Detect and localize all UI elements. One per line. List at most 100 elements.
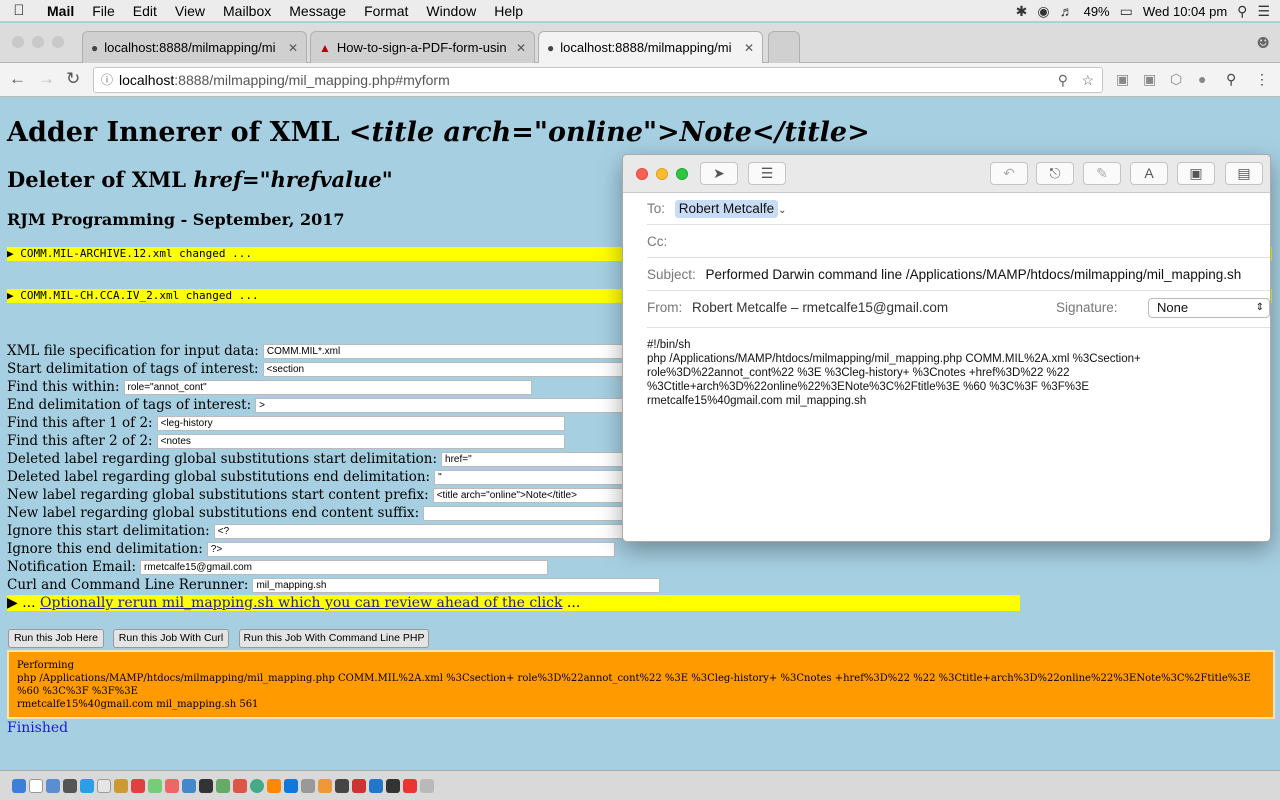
star-icon[interactable]: ☆ bbox=[1081, 68, 1094, 92]
profile-icon[interactable]: ☻ bbox=[1257, 34, 1270, 52]
browser-tab-1[interactable]: ● localhost:8888/milmapping/mi ✕ bbox=[82, 31, 307, 63]
wifi-icon[interactable]: ◉ bbox=[1037, 3, 1049, 20]
app-icon[interactable] bbox=[284, 778, 298, 793]
browser-tab-2[interactable]: ▲ How-to-sign-a-PDF-form-usin ✕ bbox=[310, 31, 535, 63]
to-row[interactable]: To: Robert Metcalfe ⌄ bbox=[647, 192, 1270, 225]
browser-tab-3[interactable]: ● localhost:8888/milmapping/mi ✕ bbox=[538, 31, 763, 63]
ignore-end-input[interactable] bbox=[206, 542, 615, 557]
address-bar[interactable]: ⓘ localhost:8888/milmapping/mil_mapping.… bbox=[93, 67, 1103, 93]
document-icon[interactable] bbox=[29, 778, 43, 793]
volume-icon[interactable]: ♬ bbox=[1060, 3, 1074, 19]
template-icon[interactable]: ▤ bbox=[1225, 162, 1263, 185]
new-tab-button[interactable] bbox=[768, 31, 800, 63]
terminal-icon[interactable] bbox=[199, 778, 213, 793]
chevron-down-icon[interactable]: ⌄ bbox=[778, 205, 786, 216]
info-icon[interactable]: ⓘ bbox=[101, 68, 113, 92]
calendar-icon[interactable] bbox=[131, 778, 145, 793]
start-delimitation-input[interactable] bbox=[262, 362, 663, 377]
app-icon[interactable] bbox=[216, 778, 230, 793]
cc-row[interactable]: Cc: bbox=[647, 225, 1270, 258]
menu-message[interactable]: Message bbox=[280, 3, 355, 19]
app-icon[interactable] bbox=[165, 778, 179, 793]
menu-mailbox[interactable]: Mailbox bbox=[214, 3, 280, 19]
battery-percent[interactable]: 49% bbox=[1084, 4, 1110, 19]
header-fields-icon[interactable]: ☰ bbox=[748, 162, 786, 185]
rerun-summary[interactable]: ▶ ... Optionally rerun mil_mapping.sh wh… bbox=[7, 595, 1020, 611]
run-here-button[interactable]: Run this Job Here bbox=[8, 629, 104, 648]
ignore-start-input[interactable] bbox=[213, 524, 626, 539]
reload-icon[interactable]: ↻ bbox=[66, 69, 80, 89]
safari-icon[interactable] bbox=[80, 778, 94, 793]
window-close-button[interactable] bbox=[12, 36, 24, 48]
end-delimitation-input[interactable] bbox=[255, 398, 656, 413]
subject-row[interactable]: Subject: Performed Darwin command line /… bbox=[647, 258, 1270, 291]
menu-format[interactable]: Format bbox=[355, 3, 417, 19]
subject-value[interactable]: Performed Darwin command line /Applicati… bbox=[706, 267, 1242, 282]
apple-icon[interactable]:  bbox=[0, 2, 38, 19]
mail-zoom-button[interactable] bbox=[676, 168, 688, 180]
close-icon[interactable]: ✕ bbox=[516, 41, 526, 55]
menu-view[interactable]: View bbox=[166, 3, 214, 19]
bluetooth-icon[interactable]: ✱ bbox=[1016, 3, 1028, 20]
app-icon[interactable] bbox=[46, 778, 60, 793]
menu-window[interactable]: Window bbox=[417, 3, 485, 19]
font-icon[interactable]: A bbox=[1130, 162, 1168, 185]
find-after-1-input[interactable] bbox=[156, 416, 565, 431]
app-icon[interactable] bbox=[301, 778, 315, 793]
trash-icon[interactable] bbox=[420, 778, 434, 793]
find-after-2-input[interactable] bbox=[156, 434, 565, 449]
find-within-input[interactable] bbox=[123, 380, 532, 395]
app-icon[interactable] bbox=[335, 778, 349, 793]
menu-help[interactable]: Help bbox=[485, 3, 532, 19]
vlc-icon[interactable] bbox=[318, 778, 332, 793]
menu-file[interactable]: File bbox=[83, 3, 124, 19]
send-icon[interactable]: ➤ bbox=[700, 162, 738, 185]
mail-body[interactable]: #!/bin/sh php /Applications/MAMP/htdocs/… bbox=[647, 338, 1247, 408]
firefox-icon[interactable] bbox=[267, 778, 281, 793]
list-icon[interactable]: ☰ bbox=[1257, 3, 1270, 20]
extension-icon[interactable]: ● bbox=[1198, 71, 1206, 87]
run-command-line-php-button[interactable]: Run this Job With Command Line PHP bbox=[239, 629, 429, 648]
run-with-curl-button[interactable]: Run this Job With Curl bbox=[113, 629, 229, 648]
rerun-link[interactable]: Optionally rerun mil_mapping.sh which yo… bbox=[40, 595, 562, 611]
finder-icon[interactable] bbox=[12, 778, 26, 793]
signature-select[interactable]: None ⇕ bbox=[1148, 298, 1270, 318]
window-minimize-button[interactable] bbox=[32, 36, 44, 48]
search-icon[interactable]: ⚲ bbox=[1237, 3, 1247, 20]
github-icon[interactable] bbox=[386, 778, 400, 793]
mail-close-button[interactable] bbox=[636, 168, 648, 180]
rerunner-input[interactable] bbox=[252, 578, 661, 593]
extension-icon[interactable]: ▣ bbox=[1143, 71, 1156, 88]
app-icon[interactable] bbox=[97, 778, 111, 793]
forward-icon[interactable]: → bbox=[38, 69, 55, 89]
app-icon[interactable] bbox=[369, 778, 383, 793]
extension-icon[interactable]: ⬡ bbox=[1170, 71, 1182, 88]
markup-icon[interactable]: ✎ bbox=[1083, 162, 1121, 185]
mail-minimize-button[interactable] bbox=[656, 168, 668, 180]
photo-icon[interactable]: ▣ bbox=[1177, 162, 1215, 185]
clock[interactable]: Wed 10:04 pm bbox=[1143, 4, 1227, 19]
search-icon[interactable]: ⚲ bbox=[1226, 71, 1236, 88]
close-icon[interactable]: ✕ bbox=[288, 41, 298, 55]
recipient-chip[interactable]: Robert Metcalfe bbox=[674, 200, 779, 218]
app-icon[interactable] bbox=[63, 778, 77, 793]
reply-icon[interactable]: ↶ bbox=[990, 162, 1028, 185]
attach-icon[interactable]: ⎋ bbox=[1036, 162, 1074, 185]
filezilla-icon[interactable] bbox=[233, 778, 247, 793]
menu-icon[interactable]: ⋮ bbox=[1255, 71, 1269, 88]
back-icon[interactable]: ← bbox=[9, 69, 26, 89]
zoom-icon[interactable]: ⚲ bbox=[1058, 68, 1068, 92]
from-value[interactable]: Robert Metcalfe – rmetcalfe15@gmail.com bbox=[692, 300, 948, 315]
app-icon[interactable] bbox=[114, 778, 128, 793]
app-icon[interactable] bbox=[352, 778, 366, 793]
menu-edit[interactable]: Edit bbox=[124, 3, 166, 19]
app-icon[interactable] bbox=[182, 778, 196, 793]
close-icon[interactable]: ✕ bbox=[744, 41, 754, 55]
notification-email-input[interactable] bbox=[140, 560, 549, 575]
app-icon[interactable] bbox=[403, 778, 417, 793]
xml-spec-input[interactable] bbox=[262, 344, 663, 359]
extension-icon[interactable]: ▣ bbox=[1116, 71, 1129, 88]
chrome-icon[interactable] bbox=[250, 778, 264, 793]
window-zoom-button[interactable] bbox=[52, 36, 64, 48]
app-icon[interactable] bbox=[148, 778, 162, 793]
